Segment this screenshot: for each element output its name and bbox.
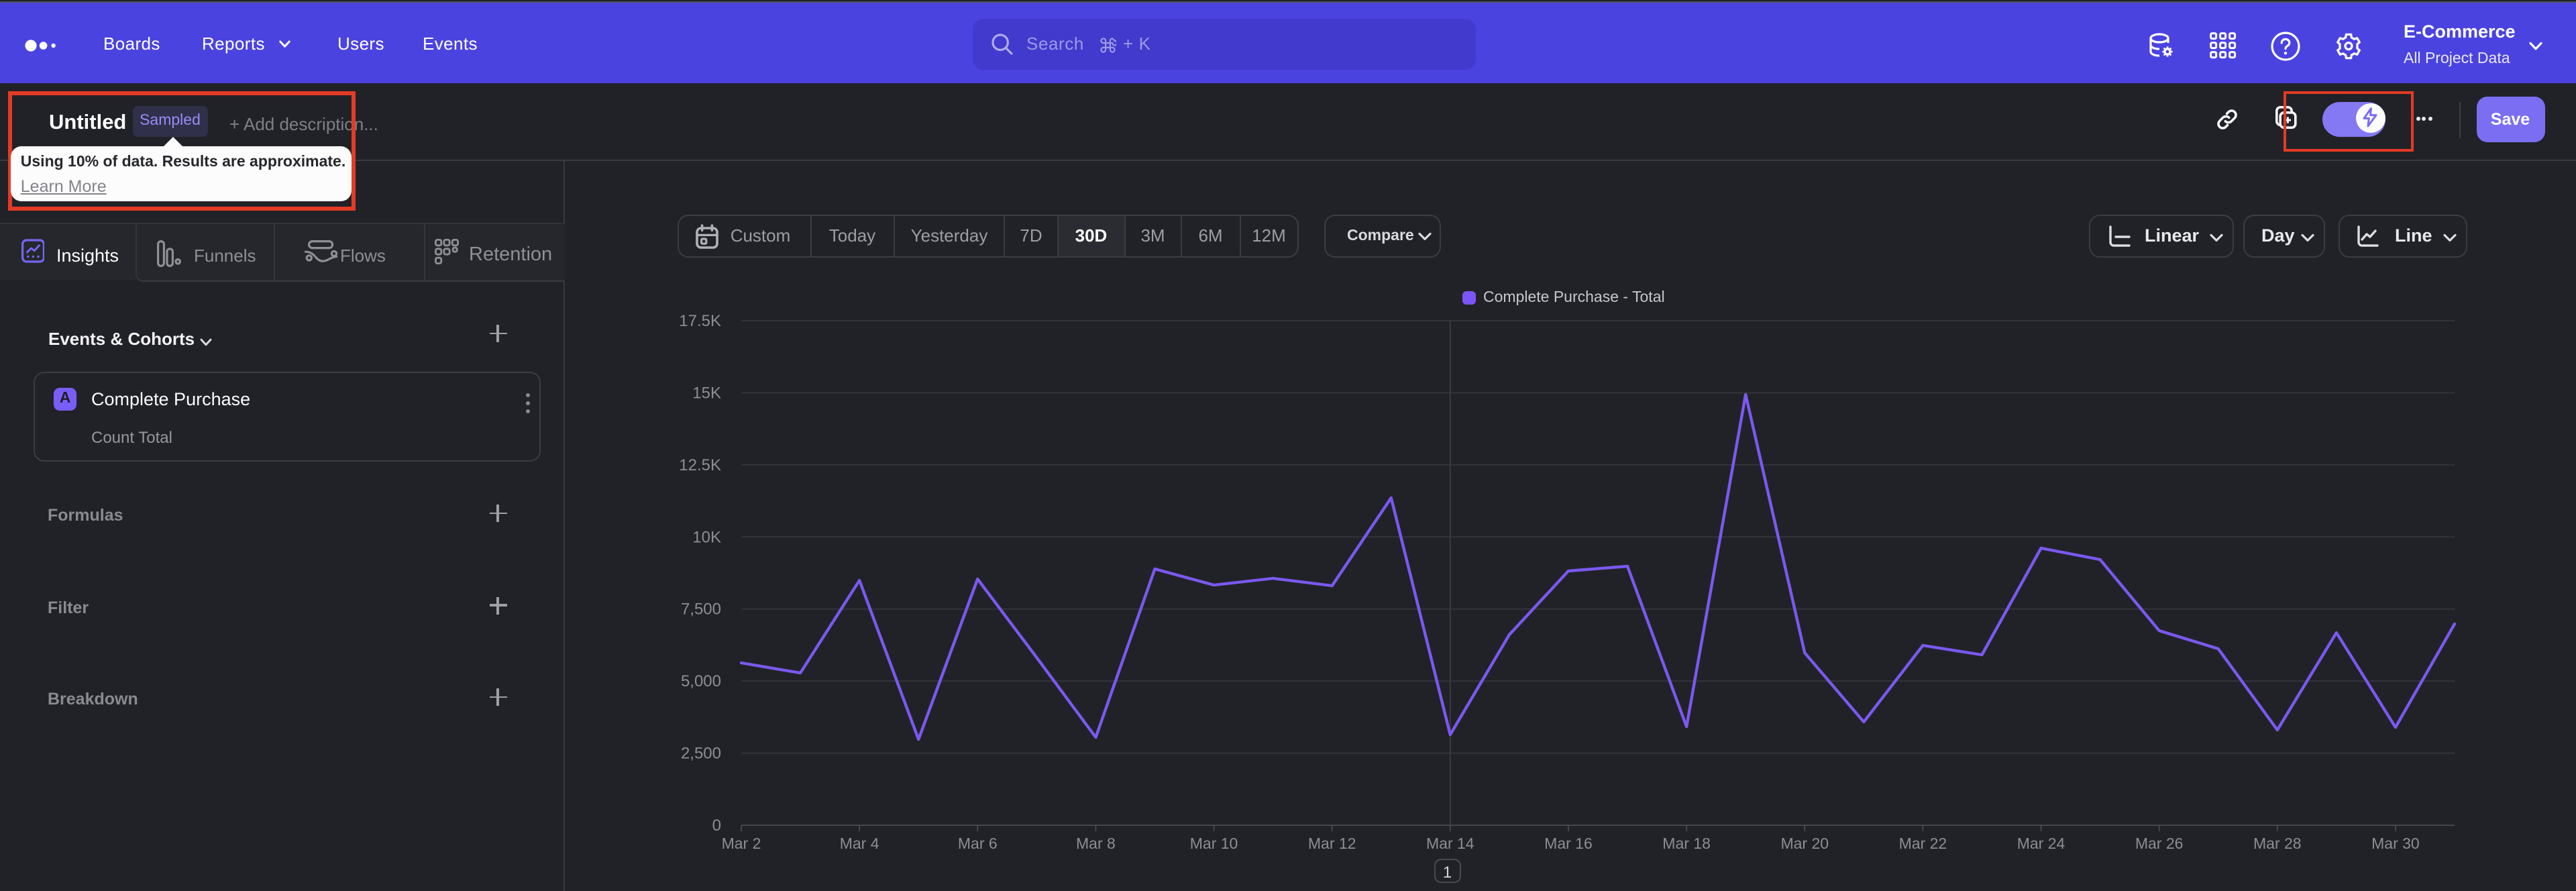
svg-text:Mar 20: Mar 20 [1780,835,1829,852]
svg-text:Mar 12: Mar 12 [1308,835,1356,852]
svg-text:Mar 2: Mar 2 [722,835,761,852]
svg-text:7,500: 7,500 [681,600,721,619]
svg-text:Mar 18: Mar 18 [1662,835,1711,852]
svg-text:15K: 15K [692,384,721,402]
svg-text:10K: 10K [692,528,721,546]
svg-text:17.5K: 17.5K [679,312,721,330]
svg-text:Mar 26: Mar 26 [2135,835,2184,852]
svg-text:Mar 30: Mar 30 [2371,835,2420,852]
svg-text:Mar 6: Mar 6 [958,835,998,852]
svg-text:Mar 4: Mar 4 [840,835,879,852]
svg-text:2,500: 2,500 [681,745,721,763]
svg-text:5,000: 5,000 [681,672,721,690]
svg-text:Mar 24: Mar 24 [2017,835,2065,852]
svg-text:Mar 14: Mar 14 [1426,835,1474,852]
svg-text:Mar 28: Mar 28 [2253,835,2302,852]
svg-text:Mar 22: Mar 22 [1899,835,1947,852]
svg-text:0: 0 [712,817,721,835]
svg-text:Mar 16: Mar 16 [1544,835,1593,852]
svg-text:Mar 10: Mar 10 [1190,835,1238,852]
svg-text:12.5K: 12.5K [679,456,721,474]
svg-text:Mar 8: Mar 8 [1076,835,1116,852]
